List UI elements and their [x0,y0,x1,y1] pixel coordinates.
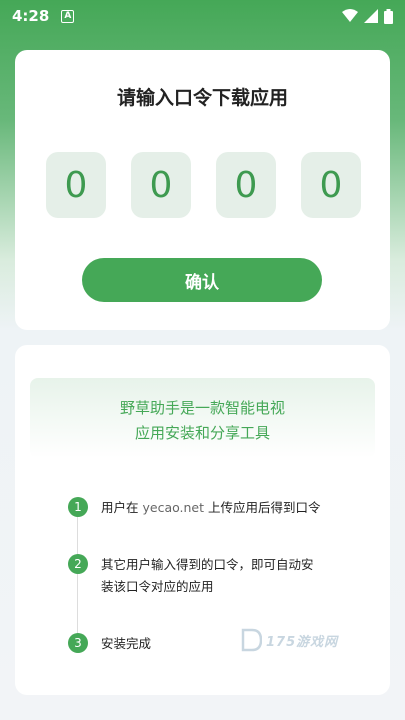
status-bar: 4:28 A [0,0,405,32]
battery-icon [384,8,393,24]
notification-icon: A [61,9,75,23]
step-1: 1 用户在 yecao.net 上传应用后得到口令 [68,497,356,519]
intro-line-1: 野草助手是一款智能电视 [119,399,285,417]
step-2-line-1: 其它用户输入得到的口令，即可自动安 [101,557,314,572]
step-1-url: yecao.net [142,500,205,515]
step-1-suffix: 上传应用后得到口令 [204,500,321,515]
intro-line-2: 应用安装和分享工具 [134,424,270,442]
code-digit-3[interactable]: 0 [216,152,276,218]
code-digit-1[interactable]: 0 [46,152,106,218]
intro-panel: 野草助手是一款智能电视 应用安装和分享工具 [30,378,375,458]
step-text-2: 其它用户输入得到的口令，即可自动安 装该口令对应的应用 [101,554,356,598]
code-digit-4[interactable]: 0 [301,152,361,218]
step-number-3: 3 [68,633,88,653]
step-1-prefix: 用户在 [101,500,143,515]
watermark-logo-icon [241,628,262,652]
status-time: 4:28 [12,7,50,25]
step-number-1: 1 [68,497,88,517]
step-number-2: 2 [68,554,88,574]
wifi-icon [342,9,358,22]
step-2-line-2: 装该口令对应的应用 [101,579,214,594]
watermark-text: 175游戏网 [266,634,339,650]
code-card: 请输入口令下载应用 0 0 0 0 确认 [15,50,390,330]
status-icons [342,8,393,24]
watermark: 175游戏网 [240,628,338,652]
page-title: 请输入口令下载应用 [116,87,288,109]
code-digit-2[interactable]: 0 [131,152,191,218]
step-text-1: 用户在 yecao.net 上传应用后得到口令 [101,497,356,519]
step-2: 2 其它用户输入得到的口令，即可自动安 装该口令对应的应用 [68,554,356,598]
signal-icon [364,9,378,23]
confirm-button[interactable]: 确认 [82,258,322,302]
